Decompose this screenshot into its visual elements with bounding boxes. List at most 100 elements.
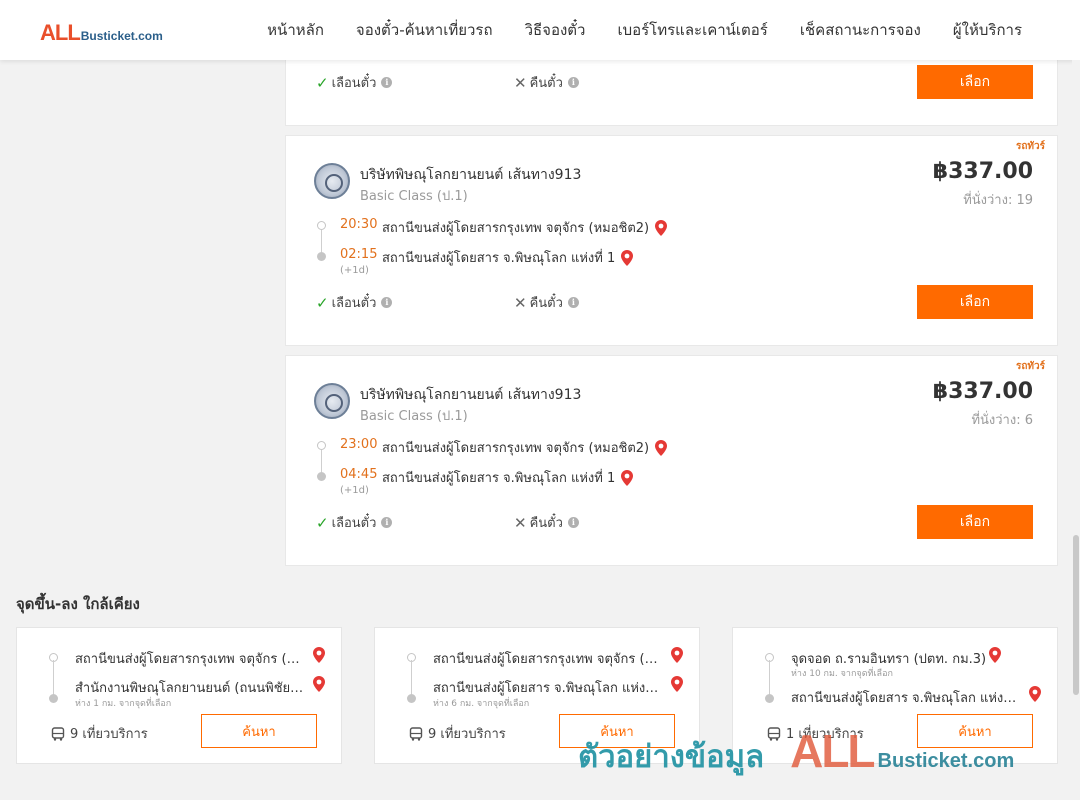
departure-dot xyxy=(317,221,326,230)
destination-stop: สถานีขนส่งผู้โดยสาร จ.พิษณุโลก แห่งที่ 2 xyxy=(433,681,665,696)
nav-book-search[interactable]: จองตั๋ว-ค้นหาเที่ยวรถ xyxy=(356,18,493,42)
nav-phone-counter[interactable]: เบอร์โทรและเคาน์เตอร์ xyxy=(617,18,767,42)
bus-type-tag: รถทัวร์ xyxy=(1015,361,1045,372)
info-icon[interactable]: i xyxy=(381,297,393,308)
trip-count: 1 เที่ยวบริการ xyxy=(767,723,864,744)
trip-card-previous: ✓ เลือนตั๋ว i ✕ คืนตั๋ว i เลือก xyxy=(285,60,1058,126)
cross-icon: ✕ xyxy=(514,293,527,312)
top-header: ALL Busticket.com หน้าหลัก จองตั๋ว-ค้นหา… xyxy=(0,0,1080,60)
nearby-route-card: สถานีขนส่งผู้โดยสารกรุงเทพ จตุจักร (หมอช… xyxy=(374,627,700,764)
seats-available: ที่นั่งว่าง: 6 xyxy=(971,413,1033,428)
scrollbar-thumb[interactable] xyxy=(1073,535,1079,695)
arrival-dot xyxy=(317,472,326,481)
destination-dot xyxy=(765,694,774,703)
arrival-station[interactable]: สถานีขนส่งผู้โดยสาร จ.พิษณุโลก แห่งที่ 1 xyxy=(382,247,634,268)
bus-icon xyxy=(51,726,65,741)
map-pin-icon[interactable] xyxy=(621,249,634,266)
arrival-time: 02:15 xyxy=(340,247,378,262)
select-button[interactable]: เลือก xyxy=(917,505,1033,539)
feature-refund-label: คืนตั๋ว xyxy=(529,76,563,91)
arrival-dot xyxy=(317,252,326,261)
map-pin-icon[interactable] xyxy=(313,676,325,692)
nav-how-to-book[interactable]: วิธีจองตั๋ว xyxy=(525,18,586,42)
trip-count-label: 1 เที่ยวบริการ xyxy=(786,727,864,742)
check-icon: ✓ xyxy=(316,513,329,532)
search-button[interactable]: ค้นหา xyxy=(559,714,675,748)
nearby-route-card: จุดจอด ถ.รามอินทรา (ปตท. กม.3) ห่าง 10 ก… xyxy=(732,627,1058,764)
feature-refund-label: คืนตั๋ว xyxy=(529,296,563,311)
trip-card: รถทัวร์ บริษัทพิษณุโลกยานยนต์ เส้นทาง913… xyxy=(285,135,1058,346)
map-pin-icon[interactable] xyxy=(655,219,668,236)
departure-station[interactable]: สถานีขนส่งผู้โดยสารกรุงเทพ จตุจักร (หมอช… xyxy=(382,437,668,458)
trip-count: 9 เที่ยวบริการ xyxy=(51,723,148,744)
arrival-station[interactable]: สถานีขนส่งผู้โดยสาร จ.พิษณุโลก แห่งที่ 1 xyxy=(382,467,634,488)
seats-available: ที่นั่งว่าง: 19 xyxy=(963,193,1033,208)
map-pin-icon[interactable] xyxy=(671,647,683,663)
map-pin-icon[interactable] xyxy=(989,647,1001,663)
feature-change-label: เลือนตั๋ว xyxy=(331,296,377,311)
cross-icon: ✕ xyxy=(514,73,527,92)
nearby-route-card: สถานีขนส่งผู้โดยสารกรุงเทพ จตุจักร (หมอช… xyxy=(16,627,342,764)
map-pin-icon[interactable] xyxy=(313,647,325,663)
map-pin-icon[interactable] xyxy=(621,469,634,486)
nearby-stops-title: จุดขึ้น-ลง ใกล้เคียง xyxy=(16,595,140,613)
feature-refund: ✕ คืนตั๋ว i xyxy=(514,512,712,533)
site-logo[interactable]: ALL Busticket.com xyxy=(40,20,163,46)
map-pin-icon[interactable] xyxy=(671,676,683,692)
check-icon: ✓ xyxy=(316,73,329,92)
map-pin-icon[interactable] xyxy=(1029,686,1041,702)
info-icon[interactable]: i xyxy=(567,77,579,88)
info-icon[interactable]: i xyxy=(567,297,579,308)
map-pin-icon[interactable] xyxy=(655,439,668,456)
trip-features: ✓ เลือนตั๋ว i ✕ คืนตั๋ว i xyxy=(316,72,712,93)
feature-change-label: เลือนตั๋ว xyxy=(331,516,377,531)
ticket-price: ฿337.00 xyxy=(932,379,1033,404)
trip-count: 9 เที่ยวบริการ xyxy=(409,723,506,744)
nav-check-booking[interactable]: เช็คสถานะการจอง xyxy=(800,18,921,42)
check-icon: ✓ xyxy=(316,293,329,312)
info-icon[interactable]: i xyxy=(381,77,393,88)
trip-card: รถทัวร์ บริษัทพิษณุโลกยานยนต์ เส้นทาง913… xyxy=(285,355,1058,566)
arrival-time: 04:45 xyxy=(340,467,378,482)
cross-icon: ✕ xyxy=(514,513,527,532)
info-icon[interactable]: i xyxy=(567,517,579,528)
distance-note: ห่าง 10 กม. จากจุดที่เลือก xyxy=(791,669,893,679)
departure-dot xyxy=(317,441,326,450)
search-button[interactable]: ค้นหา xyxy=(201,714,317,748)
route-line xyxy=(411,660,412,696)
search-button[interactable]: ค้นหา xyxy=(917,714,1033,748)
destination-dot xyxy=(49,694,58,703)
route-line xyxy=(769,660,770,696)
bus-icon xyxy=(409,726,423,741)
trip-count-label: 9 เที่ยวบริการ xyxy=(428,727,506,742)
destination-dot xyxy=(407,694,416,703)
origin-stop: สถานีขนส่งผู้โดยสารกรุงเทพ จตุจักร (หมอช… xyxy=(433,652,661,667)
feature-refund: ✕ คืนตั๋ว i xyxy=(514,72,712,93)
operator-logo xyxy=(314,383,350,419)
ticket-price: ฿337.00 xyxy=(932,159,1033,184)
bus-class: Basic Class (ป.1) xyxy=(360,189,468,204)
destination-stop: สำนักงานพิษณุโลกยานยนต์ (ถนนพิชัยสงคราม) xyxy=(75,681,307,696)
arrival-station-name: สถานีขนส่งผู้โดยสาร จ.พิษณุโลก แห่งที่ 1 xyxy=(382,251,616,266)
nav-operators[interactable]: ผู้ให้บริการ xyxy=(953,18,1022,42)
next-day-marker: (+1d) xyxy=(340,265,369,276)
operator-logo xyxy=(314,163,350,199)
info-icon[interactable]: i xyxy=(381,517,393,528)
select-button[interactable]: เลือก xyxy=(917,285,1033,319)
trip-count-label: 9 เที่ยวบริการ xyxy=(70,727,148,742)
logo-busticket-text: Busticket.com xyxy=(80,29,163,43)
feature-change-ticket: ✓ เลือนตั๋ว i xyxy=(316,292,514,313)
feature-change-label: เลือนตั๋ว xyxy=(331,76,377,91)
trip-features: ✓ เลือนตั๋ว i ✕ คืนตั๋ว i xyxy=(316,512,712,533)
destination-stop: สถานีขนส่งผู้โดยสาร จ.พิษณุโลก แห่งที่ 1 xyxy=(791,691,1023,706)
departure-station-name: สถานีขนส่งผู้โดยสารกรุงเทพ จตุจักร (หมอช… xyxy=(382,221,650,236)
bus-type-tag: รถทัวร์ xyxy=(1015,141,1045,152)
logo-all-text: ALL xyxy=(40,20,81,45)
distance-note: ห่าง 6 กม. จากจุดที่เลือก xyxy=(433,699,530,709)
select-button[interactable]: เลือก xyxy=(917,65,1033,99)
page-scrollbar[interactable] xyxy=(1072,60,1080,800)
arrival-station-name: สถานีขนส่งผู้โดยสาร จ.พิษณุโลก แห่งที่ 1 xyxy=(382,471,616,486)
nav-home[interactable]: หน้าหลัก xyxy=(267,18,324,42)
feature-refund: ✕ คืนตั๋ว i xyxy=(514,292,712,313)
departure-station[interactable]: สถานีขนส่งผู้โดยสารกรุงเทพ จตุจักร (หมอช… xyxy=(382,217,668,238)
